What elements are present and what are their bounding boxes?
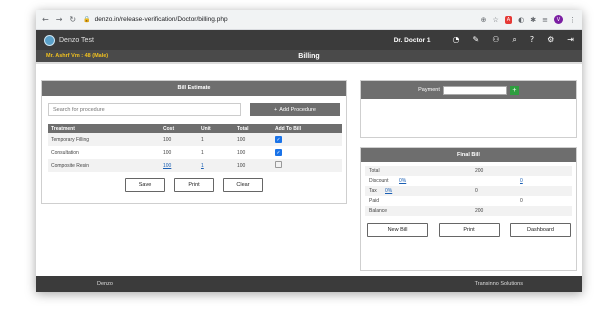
forward-arrow-icon[interactable]: → xyxy=(56,15,63,24)
add-to-bill-checkbox[interactable] xyxy=(275,161,282,168)
back-arrow-icon[interactable]: ← xyxy=(42,15,49,24)
plus-icon: + xyxy=(274,106,278,113)
unit-cell: 1 xyxy=(198,133,234,146)
balance-value: 200 xyxy=(475,208,484,214)
tax-percent[interactable]: 0% xyxy=(385,188,392,194)
menu-icon[interactable]: ⋮ xyxy=(569,16,576,24)
paid-row: Paid 0 xyxy=(365,196,572,206)
search-icon[interactable]: ⌕ xyxy=(512,35,516,45)
discount-percent[interactable]: 0% xyxy=(399,178,406,184)
treatment-cell: Temporary Filling xyxy=(48,133,160,146)
treatment-cell: Consultation xyxy=(51,149,79,156)
add-procedure-label: Add Procedure xyxy=(279,106,316,113)
final-bill-title: Final Bill xyxy=(361,148,576,162)
bill-estimate-title: Bill Estimate xyxy=(42,81,346,96)
address-bar[interactable]: 🔒 denzo.in/release-verification/Doctor/b… xyxy=(83,16,473,23)
logo-icon xyxy=(44,34,55,46)
dashboard-button[interactable]: Dashboard xyxy=(510,223,571,237)
print-estimate-button[interactable]: Print xyxy=(174,178,214,192)
cost-cell: 100 xyxy=(160,133,198,146)
table-row: Consultation 100 1 100 ✓ xyxy=(48,146,342,159)
print-bill-button[interactable]: Print xyxy=(438,223,500,237)
settings-icon[interactable]: ⚙ xyxy=(547,35,554,45)
paid-label: Paid xyxy=(369,198,380,204)
footer-company: Transinno Solutions xyxy=(474,281,523,287)
patient-info: Mr. Ashrf Vm : 48 (Male) xyxy=(46,53,109,59)
clear-button[interactable]: Clear xyxy=(223,178,263,192)
brand-name: Denzo Test xyxy=(59,36,94,44)
table-header-row: Treatment Cost Unit Total Add To Bill xyxy=(48,124,342,133)
discount-value[interactable]: 0 xyxy=(520,178,523,184)
browser-extensions: ⊕ ☆ A ◐ ✱ ≡ V ⋮ xyxy=(481,15,576,24)
add-payment-button[interactable]: + xyxy=(509,85,519,95)
paid-value: 0 xyxy=(520,198,523,204)
discount-row: Discount 0% 0 xyxy=(365,176,572,186)
payment-label: Payment xyxy=(418,87,440,93)
payment-input[interactable] xyxy=(442,85,507,95)
page-title: Billing xyxy=(298,52,320,60)
table-row: Composite Resin 100 1 100 xyxy=(48,159,342,172)
bill-estimate-panel: Bill Estimate + Add Procedure Treatment … xyxy=(41,80,347,204)
new-bill-button[interactable]: New Bill xyxy=(367,223,428,237)
patient-bar: Mr. Ashrf Vm : 48 (Male) Billing xyxy=(36,50,582,64)
browser-toolbar: ← → ↻ 🔒 denzo.in/release-verification/Do… xyxy=(36,10,582,30)
table-row: Temporary Filling 100 1 100 ✓ xyxy=(48,133,342,146)
tax-row: Tax 0% 0 xyxy=(365,186,572,196)
total-value: 200 xyxy=(475,168,484,174)
discount-label: Discount xyxy=(369,178,389,184)
extension-circle-icon[interactable]: ◐ xyxy=(518,16,524,24)
total-row: Total 200 xyxy=(365,166,572,176)
app-header: Denzo Test Dr. Doctor 1 ◔ ✎ ⚇ ⌕ ? ⚙ ⇥ xyxy=(36,30,582,50)
pdf-extension-icon[interactable]: A xyxy=(504,15,513,24)
save-button[interactable]: Save xyxy=(125,178,165,192)
url-text[interactable]: denzo.in/release-verification/Doctor/bil… xyxy=(95,16,228,23)
estimate-table: Treatment Cost Unit Total Add To Bill Te… xyxy=(48,124,342,172)
unit-editable-cell[interactable]: 1 xyxy=(198,159,234,172)
col-unit: Unit xyxy=(198,124,234,133)
tooth-icon[interactable]: ✎ xyxy=(473,35,480,45)
tax-label: Tax xyxy=(369,188,377,194)
col-add-to-bill: Add To Bill xyxy=(272,124,342,133)
final-bill-panel: Final Bill Total 200 Discount 0% 0 Tax 0… xyxy=(360,147,577,271)
dashboard-gauge-icon[interactable]: ◔ xyxy=(453,35,460,45)
add-to-bill-checkbox[interactable]: ✓ xyxy=(275,149,282,156)
main-content: Bill Estimate + Add Procedure Treatment … xyxy=(36,66,582,276)
cost-cell: 100 xyxy=(163,149,172,156)
profile-avatar[interactable]: V xyxy=(554,15,563,24)
cost-editable-cell[interactable]: 100 xyxy=(160,159,198,172)
doctor-name[interactable]: Dr. Doctor 1 xyxy=(394,37,431,44)
lock-icon: 🔒 xyxy=(83,17,91,23)
total-label: Total xyxy=(369,168,380,174)
procedure-search-input[interactable] xyxy=(48,103,241,116)
zoom-icon[interactable]: ⊕ xyxy=(481,16,487,24)
footer-brand: Denzo xyxy=(97,281,113,287)
total-cell: 100 xyxy=(237,149,246,156)
tax-value: 0 xyxy=(475,188,478,194)
app-window: ← → ↻ 🔒 denzo.in/release-verification/Do… xyxy=(36,10,582,292)
add-to-bill-checkbox[interactable]: ✓ xyxy=(275,136,282,143)
app-footer: Denzo Transinno Solutions xyxy=(36,276,582,292)
balance-row: Balance 200 xyxy=(365,206,572,216)
logout-icon[interactable]: ⇥ xyxy=(567,35,574,45)
header-nav: ◔ ✎ ⚇ ⌕ ? ⚙ ⇥ xyxy=(453,35,574,45)
treatment-cell: Composite Resin xyxy=(48,159,160,172)
unit-cell: 1 xyxy=(201,149,204,156)
col-treatment: Treatment xyxy=(48,124,160,133)
col-cost: Cost xyxy=(160,124,198,133)
col-total: Total xyxy=(234,124,272,133)
total-cell: 100 xyxy=(234,133,272,146)
reload-icon[interactable]: ↻ xyxy=(69,15,76,24)
star-icon[interactable]: ☆ xyxy=(492,16,498,24)
add-procedure-button[interactable]: + Add Procedure xyxy=(250,103,340,116)
help-icon[interactable]: ? xyxy=(530,35,534,45)
patient-icon[interactable]: ⚇ xyxy=(492,35,499,45)
puzzle-icon[interactable]: ✱ xyxy=(530,16,536,24)
payment-panel: Payment + xyxy=(360,80,577,138)
media-icon[interactable]: ≡ xyxy=(542,16,548,24)
total-cell: 100 xyxy=(234,159,272,172)
balance-label: Balance xyxy=(369,208,388,214)
